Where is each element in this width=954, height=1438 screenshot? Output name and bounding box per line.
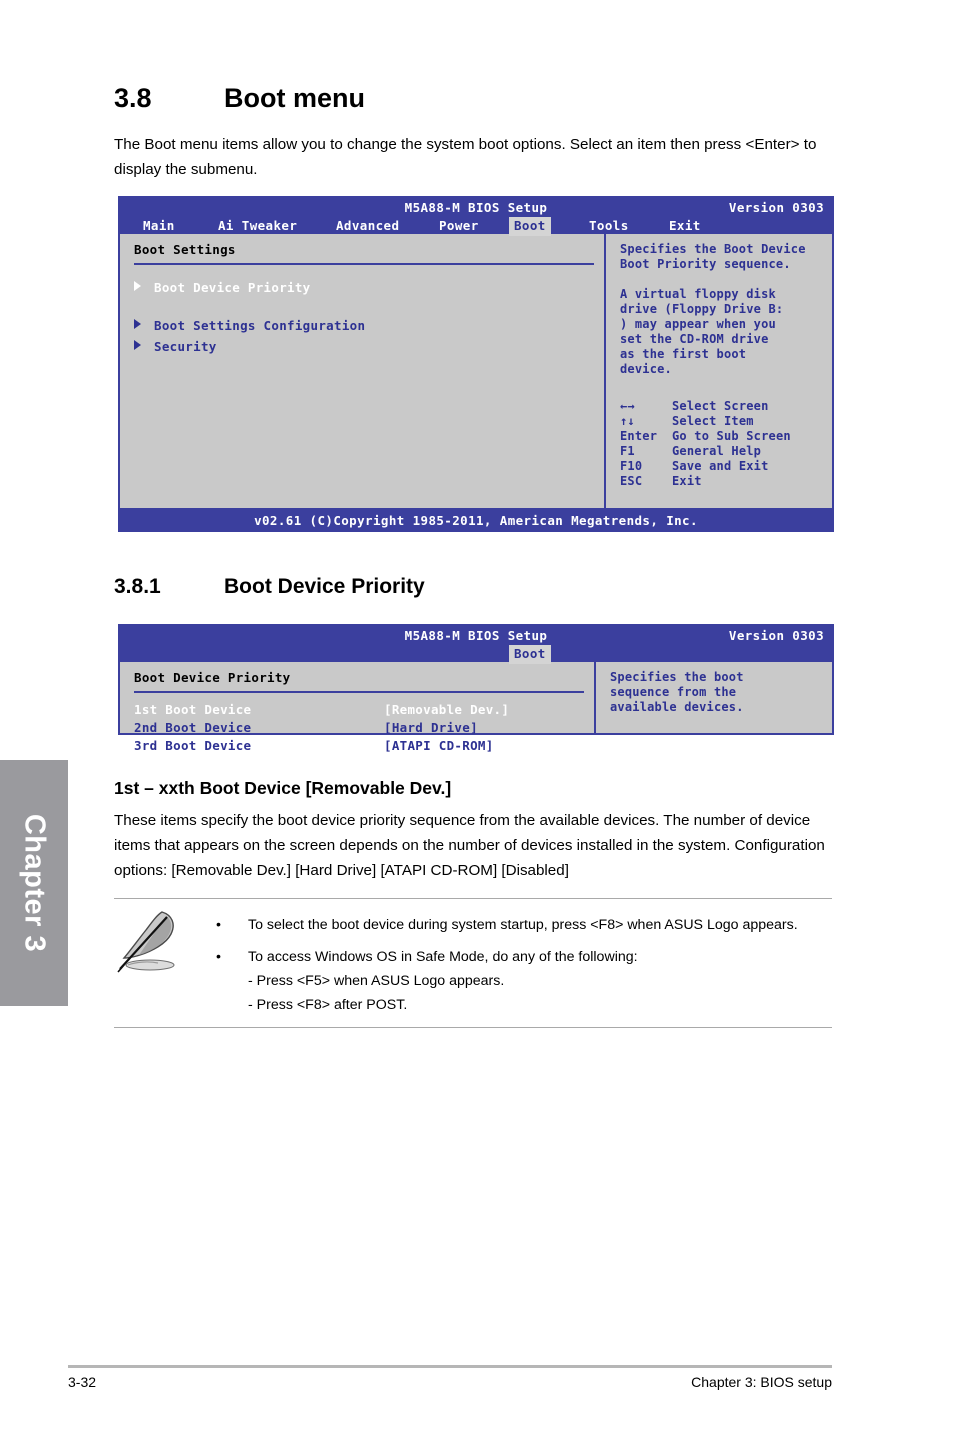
bios1-body: Boot Settings Boot Device Priority Boot … [118, 234, 834, 510]
bios1-help-text: Specifies the Boot Device Boot Priority … [620, 242, 806, 376]
bios2-title: M5A88-M BIOS Setup [404, 628, 548, 643]
section-number-381: 3.8.1 [114, 575, 161, 598]
bios2-header: M5A88-M BIOS Setup Version 0303 Boot [118, 624, 834, 664]
section-heading-38: 3.8 Boot menu [114, 83, 365, 114]
bullet-icon: • [216, 949, 221, 965]
bios1-item-boot-device-priority[interactable]: Boot Device Priority [134, 277, 594, 298]
section-number-38: 3.8 [114, 83, 152, 113]
bios2-version: Version 0303 [728, 628, 824, 643]
bios2-divider [134, 691, 584, 693]
bios2-settings-pane: Boot Device Priority 1st Boot Device [Re… [120, 662, 596, 753]
bios2-body: Boot Device Priority 1st Boot Device [Re… [118, 662, 834, 753]
bios1-footer-copyright: v02.61 (C)Copyright 1985-2011, American … [118, 510, 834, 532]
note-bullet-text: To select the boot device during system … [248, 917, 798, 933]
boot-device-name: 3rd Boot Device [134, 738, 252, 753]
intro-paragraph: The Boot menu items allow you to change … [114, 136, 817, 178]
key-action: Save and Exit [672, 459, 769, 473]
boot-device-value: [ATAPI CD-ROM] [384, 738, 494, 753]
bios1-item-label: Security [154, 339, 217, 354]
bios1-item-security[interactable]: Security [134, 336, 594, 357]
key-label: ESC [620, 474, 643, 488]
key-legend-row: F1 General Help [620, 444, 824, 459]
note-bullet-1: • To select the boot device during syste… [210, 913, 832, 937]
key-label: F10 [620, 459, 643, 473]
subsection-description: These items specify the boot device prio… [114, 812, 825, 879]
bios1-section-title: Boot Settings [134, 242, 236, 257]
bios1-item-label: Boot Device Priority [154, 280, 311, 295]
key-action: Go to Sub Screen [672, 429, 791, 443]
footer-rule [68, 1365, 832, 1368]
footer-page-number: 3-32 [68, 1374, 97, 1390]
bios2-help-text: Specifies the boot sequence from the ava… [610, 670, 744, 714]
boot-device-row-1[interactable]: 1st Boot Device [Removable Dev.] [134, 701, 584, 719]
triangle-right-icon [134, 281, 141, 291]
bios1-settings-pane: Boot Settings Boot Device Priority Boot … [120, 234, 606, 508]
section-title-381: Boot Device Priority [224, 575, 425, 598]
bios-screenshot-boot-device-priority: M5A88-M BIOS Setup Version 0303 Boot Boo… [118, 624, 834, 753]
bios1-help-pane: Specifies the Boot Device Boot Priority … [606, 234, 832, 508]
bios1-item-boot-settings-configuration[interactable]: Boot Settings Configuration [134, 315, 594, 336]
note-bullet-2: • To access Windows OS in Safe Mode, do … [210, 945, 832, 969]
key-action: Select Screen [672, 399, 769, 413]
note-box: • To select the boot device during syste… [114, 898, 832, 1028]
note-inner: • To select the boot device during syste… [114, 899, 832, 1027]
section-heading-381: 3.8.1 Boot Device Priority [114, 575, 425, 599]
bios1-divider [134, 263, 594, 265]
quill-pen-icon [117, 911, 175, 973]
note-subitem-2: - Press <F8> after POST. [248, 997, 408, 1013]
bios1-version: Version 0303 [728, 200, 824, 215]
bios1-title: M5A88-M BIOS Setup [404, 200, 548, 215]
key-label: ←→ [620, 399, 635, 413]
bios1-tab-exit[interactable]: Exit [664, 217, 706, 236]
note-icon-column [114, 907, 210, 1017]
bios-screenshot-boot-menu: M5A88-M BIOS Setup Version 0303 Main Ai … [118, 196, 834, 532]
triangle-right-icon [134, 319, 141, 329]
boot-device-value: [Removable Dev.] [384, 702, 510, 717]
key-label: F1 [620, 444, 635, 458]
bullet-icon: • [216, 917, 221, 933]
note-bullet-text: To access Windows OS in Safe Mode, do an… [248, 949, 638, 965]
key-legend-row: Enter Go to Sub Screen [620, 429, 824, 444]
bios1-header: M5A88-M BIOS Setup Version 0303 Main Ai … [118, 196, 834, 236]
key-legend-row: ↑↓ Select Item [620, 414, 824, 429]
boot-device-row-3[interactable]: 3rd Boot Device [ATAPI CD-ROM] [134, 737, 584, 755]
bios1-item-label: Boot Settings Configuration [154, 318, 366, 333]
boot-device-name: 1st Boot Device [134, 702, 252, 717]
bios2-help-pane: Specifies the boot sequence from the ava… [596, 662, 832, 733]
key-action: Select Item [672, 414, 754, 428]
note-bottom-divider [114, 1027, 832, 1028]
key-label: Enter [620, 429, 658, 443]
bios1-title-row: M5A88-M BIOS Setup Version 0303 [118, 199, 834, 217]
boot-device-value: [Hard Drive] [384, 720, 478, 735]
boot-device-row-2[interactable]: 2nd Boot Device [Hard Drive] [134, 719, 584, 737]
key-action: General Help [672, 444, 762, 458]
subsection-heading: 1st – xxth Boot Device [Removable Dev.] [114, 778, 452, 798]
boot-device-name: 2nd Boot Device [134, 720, 252, 735]
key-legend-row: ←→ Select Screen [620, 399, 824, 414]
section-title-38: Boot menu [224, 83, 365, 113]
note-text-column: • To select the boot device during syste… [210, 907, 832, 1017]
bios2-section-title: Boot Device Priority [134, 670, 291, 685]
footer-chapter-label: Chapter 3: BIOS setup [691, 1374, 832, 1390]
triangle-right-icon [134, 340, 141, 350]
page-content: 3.8 Boot menu The Boot menu items allow y… [0, 0, 954, 1438]
key-legend-row: F10 Save and Exit [620, 459, 824, 474]
note-subitem-1: - Press <F5> when ASUS Logo appears. [248, 973, 505, 989]
key-legend-row: ESC Exit [620, 474, 824, 489]
bios1-key-legend: ←→ Select Screen ↑↓ Select Item Enter Go… [620, 399, 824, 489]
bios2-title-row: M5A88-M BIOS Setup Version 0303 [118, 627, 834, 645]
key-label: ↑↓ [620, 414, 635, 428]
key-action: Exit [672, 474, 702, 488]
